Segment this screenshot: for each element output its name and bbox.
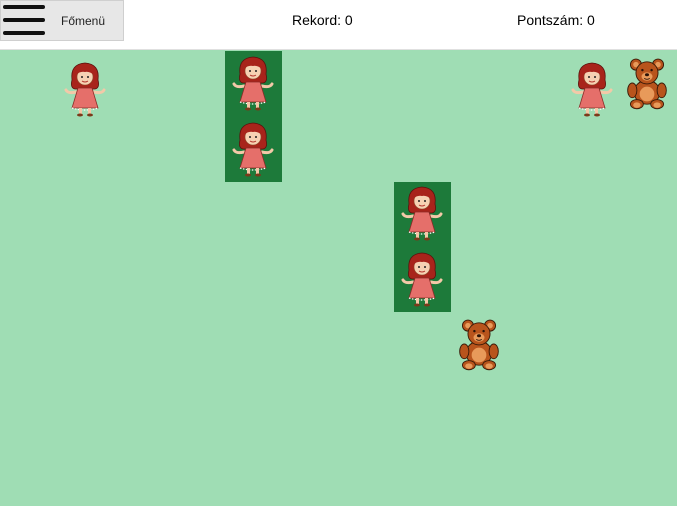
doll-icon[interactable]: [567, 58, 617, 118]
record-label: Rekord: 0: [292, 12, 353, 28]
doll-icon[interactable]: [397, 248, 447, 308]
doll-icon[interactable]: [60, 58, 110, 118]
main-menu-label: Főmenü: [61, 14, 106, 28]
game-board[interactable]: [0, 50, 677, 506]
main-menu-button[interactable]: Főmenü: [0, 0, 124, 41]
doll-icon[interactable]: [228, 52, 278, 112]
score-label: Pontszám: 0: [517, 12, 595, 28]
teddy-bear-icon[interactable]: [624, 53, 670, 113]
teddy-bear-icon[interactable]: [456, 314, 502, 374]
hamburger-icon: [3, 5, 45, 39]
doll-icon[interactable]: [228, 118, 278, 178]
top-bar: Főmenü Rekord: 0 Pontszám: 0: [0, 0, 677, 50]
doll-icon[interactable]: [397, 182, 447, 242]
